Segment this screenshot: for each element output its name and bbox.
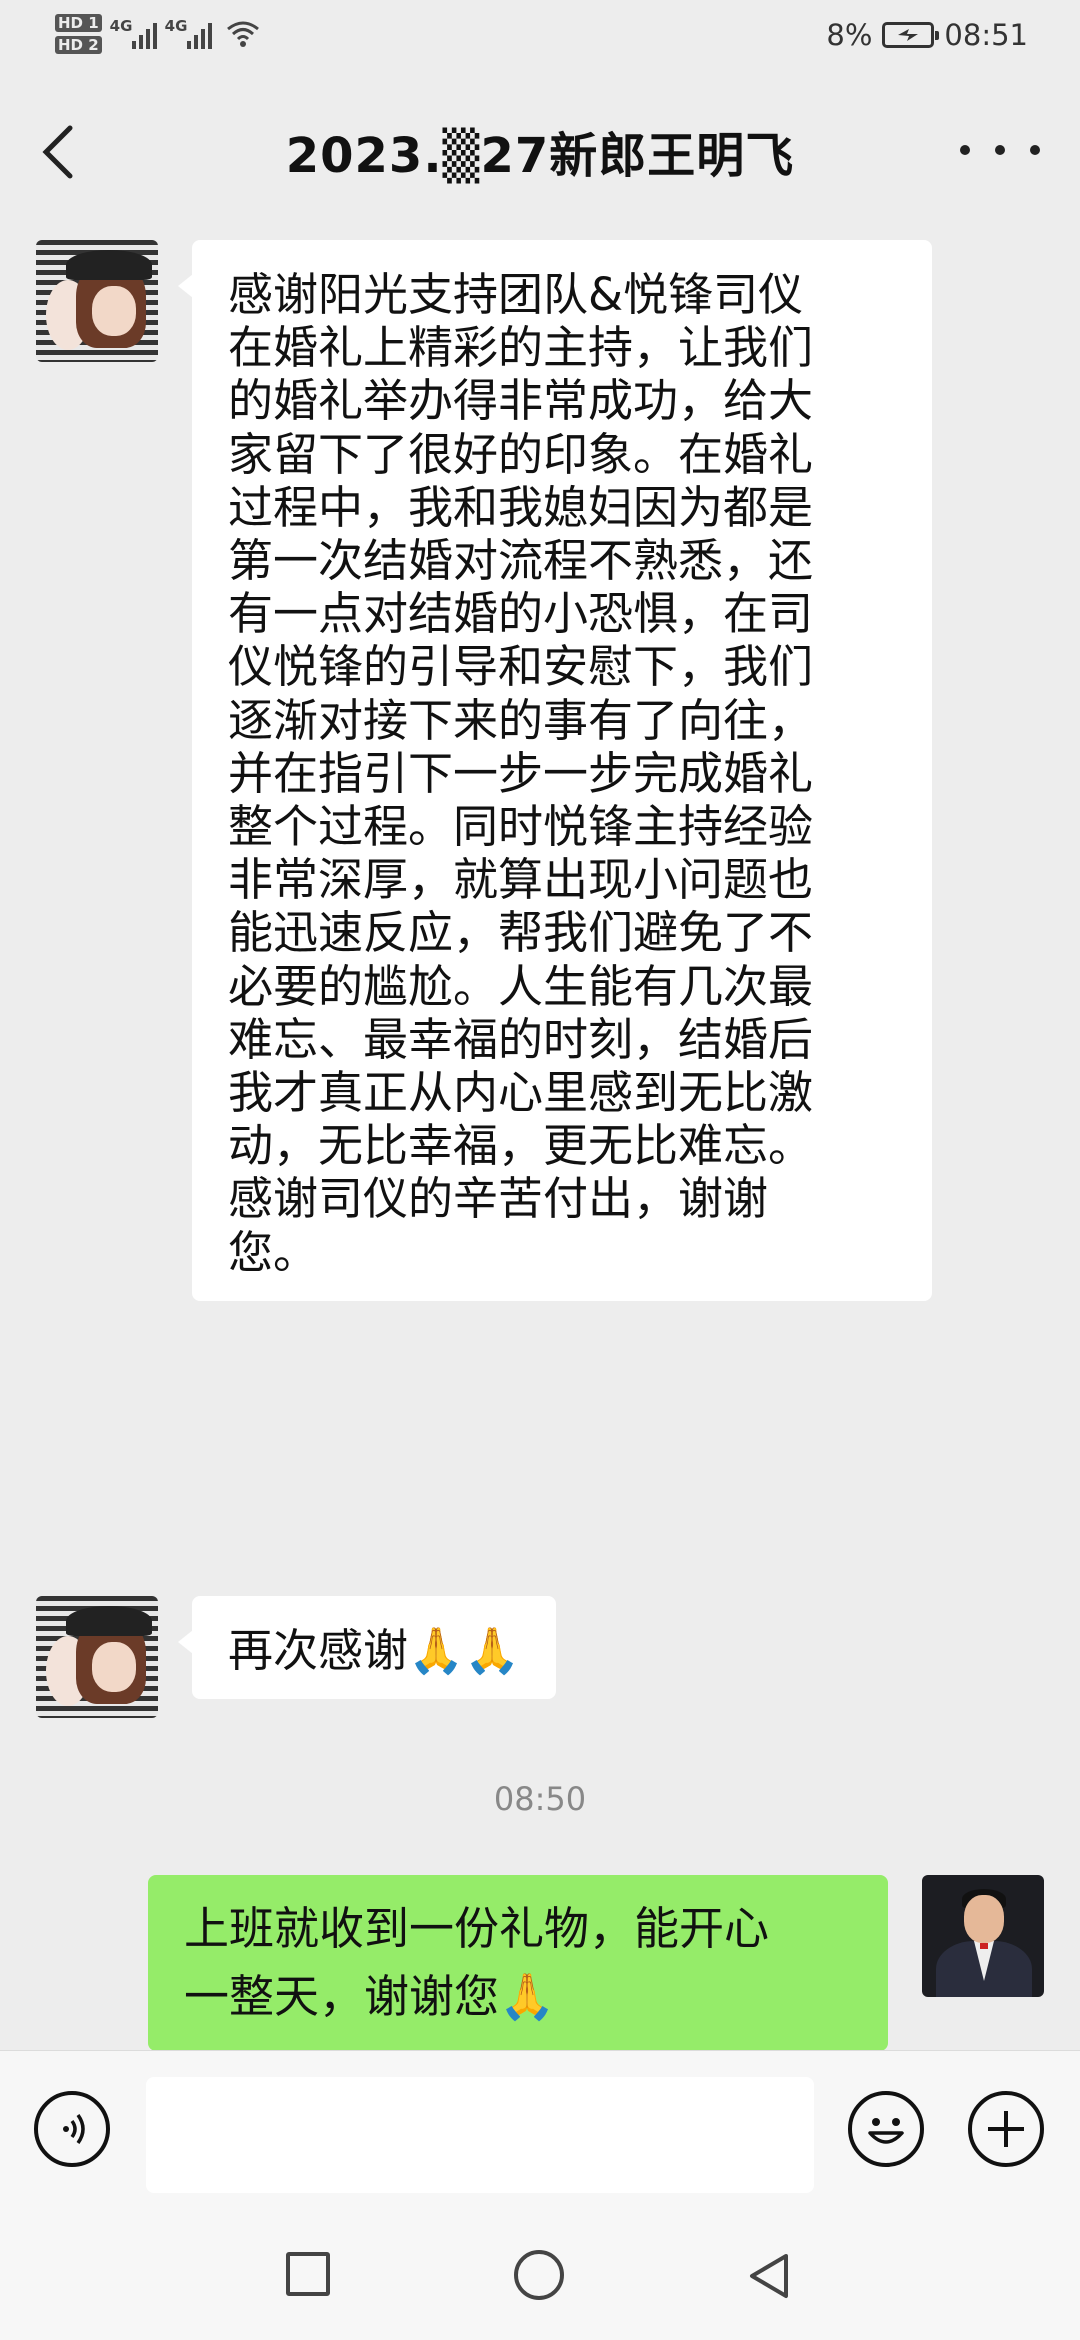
system-nav-bar [0,2210,1080,2340]
message-timestamp: 08:50 [493,1780,587,1818]
my-avatar[interactable] [922,1875,1044,1997]
message-line: 感谢司仪的辛苦付出，谢谢 [228,1172,769,1226]
message-line: 过程中，我和我媳妇因为都是 [228,480,814,534]
message-input[interactable] [146,2077,814,2193]
battery-charging-icon [882,22,940,48]
more-dots-icon[interactable] [960,130,1040,170]
message-line: 逐渐对接下来的事有了向往， [228,693,814,747]
plus-icon[interactable] [968,2091,1044,2167]
chat-title: 2023.▒27新郎王明飞 [285,128,795,184]
message-line: 难忘、最幸福的时刻，结婚后 [228,1012,814,1066]
back-icon[interactable] [746,2252,794,2300]
message-bubble-outgoing[interactable]: 上班就收到一份礼物，能开心 一整天，谢谢您🙏 [148,1875,888,2051]
status-left: HD 1 HD 2 4G 4G [55,14,260,54]
chat-header: 2023.▒27新郎王明飞 [0,80,1080,220]
status-right: 8% 08:51 [826,18,1028,52]
clock: 08:51 [944,18,1028,52]
network-type-1: 4G [109,17,133,35]
message-line: 第一次结婚对流程不熟悉，还 [228,534,814,588]
message-text: 再次感谢🙏🙏 [228,1624,521,1677]
wifi-icon [226,21,259,47]
message-line: 动，无比幸福，更无比难忘。 [228,1119,814,1173]
message-bubble-incoming[interactable]: 感谢阳光支持团队&悦锋司仪 在婚礼上精彩的主持，让我们 的婚礼举办得非常成功，给… [178,240,932,1301]
message-line: 必要的尴尬。人生能有几次最 [228,959,814,1013]
message-bubble-incoming[interactable]: 再次感谢🙏🙏 [177,1596,557,1700]
network-type-2: 4G [164,17,188,35]
signal-icon: 4G [164,17,212,49]
message-line: 上班就收到一份礼物，能开心 [184,1902,770,1955]
message-line: 一整天，谢谢您🙏 [184,1970,556,2023]
signal-icon: 4G [109,17,157,49]
input-bar [0,2050,1080,2211]
message-line: 仪悦锋的引导和安慰下，我们 [228,640,814,694]
recent-apps-icon[interactable] [286,2252,330,2296]
battery-percent: 8% [826,18,873,52]
contact-avatar[interactable] [36,1596,158,1718]
hd-badge-2: HD 2 [55,36,102,54]
message-line: 能迅速反应，帮我们避免了不 [228,906,814,960]
message-line: 整个过程。同时悦锋主持经验 [228,800,814,854]
contact-avatar[interactable] [36,240,158,362]
message-line: 在婚礼上精彩的主持，让我们 [228,321,814,375]
message-line: 我才真正从内心里感到无比激 [228,1066,814,1120]
home-icon[interactable] [514,2250,564,2300]
emoji-icon[interactable] [848,2091,924,2167]
status-bar: HD 1 HD 2 4G 4G 8% 08:51 [0,0,1080,80]
message-line: 感谢阳光支持团队&悦锋司仪 [228,268,804,321]
voice-icon[interactable] [34,2091,110,2167]
message-line: 家留下了很好的印象。在婚礼 [228,427,814,481]
message-line: 的婚礼举办得非常成功，给大 [228,374,814,428]
message-line: 非常深厚，就算出现小问题也 [228,853,814,907]
hd-badge-1: HD 1 [55,14,102,32]
message-line: 并在指引下一步一步完成婚礼 [228,746,814,800]
message-line: 您。 [228,1225,319,1279]
message-line: 有一点对结婚的小恐惧，在司 [228,587,814,641]
hd-badges: HD 1 HD 2 [55,14,102,54]
